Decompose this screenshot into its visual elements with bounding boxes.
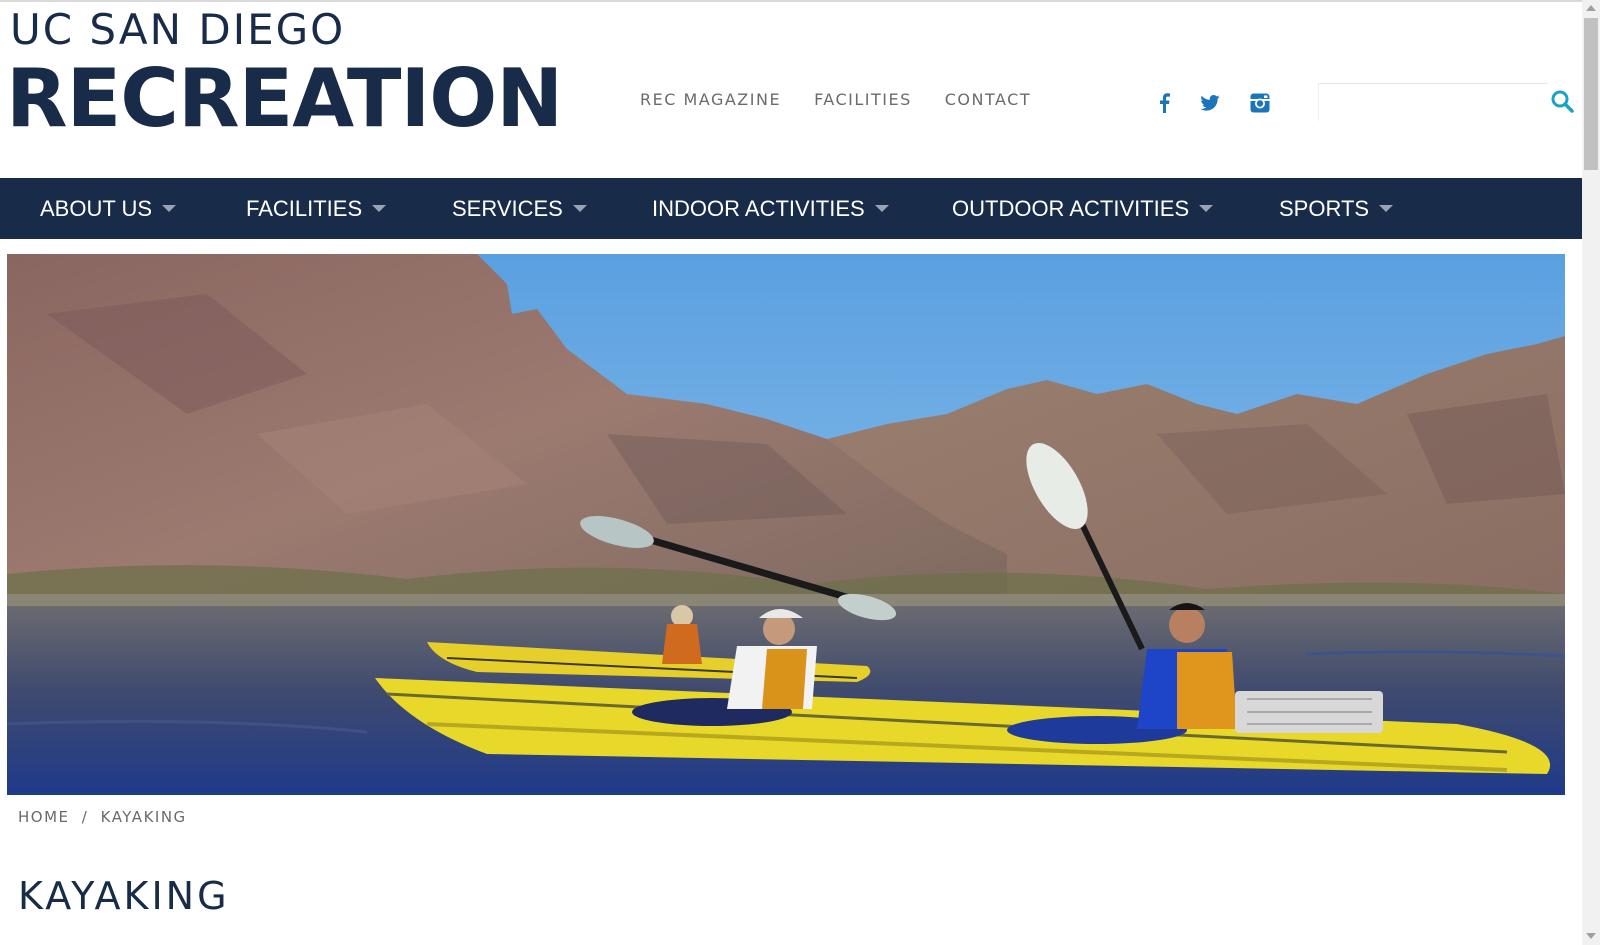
nav-label: OUTDOOR ACTIVITIES (952, 195, 1190, 221)
breadcrumb-current: KAYAKING (100, 808, 187, 826)
caret-down-icon (874, 205, 889, 212)
breadcrumb-separator: / (81, 808, 89, 826)
breadcrumb-home-link[interactable]: HOME (18, 808, 70, 826)
main-nav: ABOUT US FACILITIES SERVICES INDOOR ACTI… (0, 178, 1582, 239)
utility-nav: REC MAGAZINE FACILITIES CONTACT (640, 90, 1064, 109)
nav-item-sports[interactable]: SPORTS (1279, 178, 1394, 239)
caret-down-icon (372, 205, 387, 212)
caret-down-icon (1199, 205, 1214, 212)
facebook-icon[interactable] (1158, 93, 1170, 118)
scroll-up-arrow-icon[interactable] (1586, 5, 1596, 11)
util-link-contact[interactable]: CONTACT (945, 90, 1031, 109)
vertical-scrollbar[interactable] (1582, 0, 1600, 945)
breadcrumb: HOME / KAYAKING (18, 808, 187, 826)
nav-label: INDOOR ACTIVITIES (652, 195, 865, 221)
nav-label: ABOUT US (40, 195, 153, 221)
logo-line-uc-san-diego: UC SAN DIEGO (10, 5, 346, 54)
logo-line-recreation: RECREATION (6, 52, 563, 145)
nav-item-services[interactable]: SERVICES (452, 178, 587, 239)
hero-image (7, 254, 1565, 795)
search-icon[interactable] (1550, 89, 1578, 117)
twitter-icon[interactable] (1200, 95, 1220, 116)
nav-item-outdoor-activities[interactable]: OUTDOOR ACTIVITIES (952, 178, 1214, 239)
instagram-icon[interactable] (1250, 93, 1270, 118)
search-input[interactable] (1318, 83, 1548, 121)
nav-label: FACILITIES (246, 195, 363, 221)
caret-down-icon (1379, 205, 1394, 212)
caret-down-icon (162, 205, 177, 212)
page: UC SAN DIEGO RECREATION REC MAGAZINE FAC… (0, 0, 1600, 945)
nav-item-facilities[interactable]: FACILITIES (246, 178, 387, 239)
util-link-facilities[interactable]: FACILITIES (814, 90, 912, 109)
util-link-rec-magazine[interactable]: REC MAGAZINE (640, 90, 781, 109)
nav-label: SERVICES (452, 195, 563, 221)
page-title: KAYAKING (18, 874, 230, 918)
nav-label: SPORTS (1279, 195, 1370, 221)
nav-item-indoor-activities[interactable]: INDOOR ACTIVITIES (652, 178, 889, 239)
nav-item-about-us[interactable]: ABOUT US (40, 178, 177, 239)
scrollbar-thumb[interactable] (1584, 18, 1598, 170)
scroll-down-arrow-icon[interactable] (1586, 933, 1596, 939)
top-rule (0, 0, 1582, 2)
caret-down-icon (572, 205, 587, 212)
